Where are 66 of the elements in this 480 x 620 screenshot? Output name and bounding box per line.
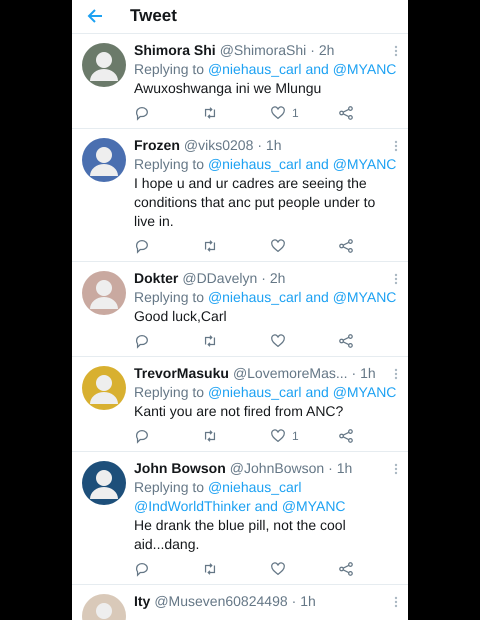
mention-link[interactable]: @MYANC — [332, 61, 396, 77]
retweet-icon — [202, 561, 218, 577]
tweet-text: Kanti you are not fired from ANC? — [134, 402, 344, 421]
heart-icon — [270, 561, 286, 577]
mention-link[interactable]: @MYANC — [332, 156, 396, 172]
retweet-icon — [202, 238, 218, 254]
user-handle: @viks0208 — [184, 136, 254, 155]
heart-icon — [270, 333, 286, 349]
tweet-time: · 2h — [310, 41, 334, 60]
tweet-time: · 2h — [261, 269, 286, 288]
reply-icon — [134, 238, 150, 254]
mention-link[interactable]: @IndWorldThinker — [134, 498, 251, 514]
display-name[interactable]: Ity — [134, 592, 150, 611]
mention-link[interactable]: @niehaus_carl — [208, 479, 302, 495]
share-icon — [338, 561, 354, 577]
tweet-text: I hope u and ur cadres are seeing the conditions that anc put people under to live in. — [134, 174, 376, 231]
avatar[interactable] — [82, 138, 126, 182]
share-icon — [338, 333, 354, 349]
reply-icon — [134, 428, 150, 444]
user-handle: @ShimoraShi — [220, 41, 306, 60]
display-name[interactable]: John Bowson — [134, 459, 226, 478]
tweet-text: He drank the blue pill, not the cool aid...dang. — [134, 516, 347, 554]
page-title: Tweet — [130, 6, 177, 26]
tweet-text: Good luck,Carl — [134, 307, 228, 326]
reply-context: Replying to @niehaus_carl @IndWorldThinker and @MYANC — [134, 478, 347, 516]
retweet-icon — [202, 428, 218, 444]
heart-icon — [270, 238, 286, 254]
tweet-time: · 1h — [352, 364, 376, 383]
reply-context: Replying to @niehaus_carl and @MYANC — [134, 60, 398, 79]
user-handle: @JohnBowson — [230, 459, 324, 478]
reply-icon — [134, 333, 150, 349]
heart-icon — [270, 105, 286, 121]
mention-link[interactable]: @niehaus_carl — [208, 289, 302, 305]
tweet-time: · 1h — [257, 136, 282, 155]
avatar[interactable] — [82, 43, 126, 87]
share-icon — [338, 238, 354, 254]
display-name[interactable]: TrevorMasuku — [134, 364, 229, 383]
user-handle: @Museven60824498 — [154, 592, 288, 611]
display-name[interactable]: Shimora Shi — [134, 41, 216, 60]
tweet-time: · 1h — [292, 592, 316, 611]
mention-link[interactable]: @niehaus_carl — [208, 384, 302, 400]
mention-link[interactable]: @MYANC — [332, 384, 396, 400]
mention-link[interactable]: @niehaus_carl — [208, 61, 302, 77]
back-arrow-icon[interactable] — [86, 7, 104, 25]
display-name[interactable]: Dokter — [134, 269, 178, 288]
share-icon — [338, 105, 354, 121]
reply-icon — [134, 105, 150, 121]
reply-icon — [134, 561, 150, 577]
share-icon — [338, 428, 354, 444]
avatar[interactable] — [82, 461, 126, 505]
mention-link[interactable]: @niehaus_carl — [208, 156, 302, 172]
like-button[interactable]: 1 — [270, 427, 338, 445]
mention-link[interactable]: @MYANC — [332, 289, 396, 305]
heart-icon — [270, 428, 286, 444]
display-name[interactable]: Frozen — [134, 136, 180, 155]
retweet-icon — [202, 333, 218, 349]
reply-context: Replying to @niehaus_carl and @MYANC — [134, 155, 398, 174]
reply-context: Replying to @niehaus_carl and @MYANC — [134, 288, 398, 307]
user-handle: @DDavelyn — [182, 269, 258, 288]
tweet-text: Awuxoshwanga ini we Mlungu — [134, 79, 322, 98]
like-button[interactable]: 1 — [270, 104, 338, 122]
retweet-icon — [202, 105, 218, 121]
mention-link[interactable]: @MYANC — [282, 498, 346, 514]
reply-context: Replying to @niehaus_carl and @MYANC — [134, 383, 398, 402]
user-handle: @LovemoreMas... — [232, 364, 348, 383]
tweet-time: · 1h — [328, 459, 352, 478]
